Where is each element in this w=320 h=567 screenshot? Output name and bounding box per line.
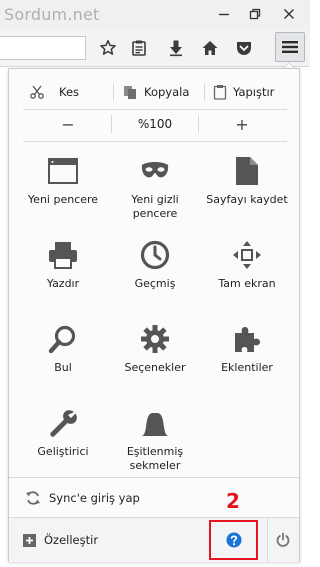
puzzle-icon (229, 321, 265, 357)
customize-button[interactable]: Özelleştir (23, 518, 98, 562)
star-icon (100, 40, 116, 55)
page-icon (229, 153, 265, 189)
minimize-icon (219, 13, 229, 16)
quit-button[interactable] (267, 518, 298, 562)
wrench-icon (45, 405, 81, 441)
pocket-button[interactable] (232, 36, 256, 60)
copy-label: Kopyala (144, 85, 190, 99)
clock-icon (137, 237, 173, 273)
options-button[interactable]: Seçenekler (109, 315, 201, 393)
panel-footer: Özelleştir (9, 517, 299, 562)
print-button[interactable]: Yazdır (17, 231, 109, 309)
plus-box-icon (23, 533, 36, 547)
find-button[interactable]: Bul (17, 315, 109, 393)
paste-button[interactable]: Yapıştır (205, 79, 285, 105)
hamburger-icon (282, 41, 298, 53)
close-button[interactable] (277, 4, 301, 24)
zoom-level: %100 (137, 117, 173, 131)
new-private-window-button[interactable]: Yeni gizli pencere (109, 147, 201, 225)
restore-button[interactable] (243, 4, 267, 24)
menu-panel: Kes Kopyala Yapıştır − %100 + Yeni pence… (8, 68, 300, 562)
gear-icon (137, 321, 173, 357)
customize-label: Özelleştir (44, 533, 99, 547)
fullscreen-button[interactable]: Tam ekran (201, 231, 293, 309)
tile-label: Yeni pencere (27, 193, 99, 206)
download-arrow-icon (170, 40, 182, 57)
zoom-controls: − %100 + (25, 111, 285, 137)
tile-label: Geçmiş (134, 277, 176, 290)
sync-label: Sync'e giriş yap (49, 491, 140, 505)
home-button[interactable] (198, 36, 222, 60)
bookmark-star-button[interactable] (96, 36, 120, 60)
printer-icon (45, 237, 81, 273)
copy-icon (124, 86, 136, 99)
url-bar[interactable] (0, 36, 86, 60)
synced-tabs-button[interactable]: Eşitlenmiş sekmeler (109, 399, 201, 477)
restore-icon (249, 8, 261, 20)
tile-label: Sayfayı kaydet (206, 193, 288, 206)
copy-button[interactable]: Kopyala (114, 79, 204, 105)
window-icon (45, 153, 81, 189)
divider (23, 109, 287, 110)
zoom-reset-button[interactable]: %100 (112, 111, 198, 137)
zoom-in-button[interactable]: + (199, 111, 285, 137)
power-icon (276, 532, 290, 547)
tile-label: Tam ekran (218, 277, 276, 290)
sync-signin-button[interactable]: Sync'e giriş yap (9, 477, 299, 518)
title-bar: Sordum.net (0, 0, 310, 30)
tile-label: Eklentiler (221, 361, 273, 374)
paste-label: Yapıştır (233, 85, 275, 99)
magnifier-icon (45, 321, 81, 357)
tile-label: Yazdır (46, 277, 80, 290)
clipboard-paste-icon (213, 85, 227, 100)
tile-label: Geliştirici (37, 445, 89, 458)
tabs-icon (137, 405, 173, 441)
annotation-number-2: 2 (226, 489, 240, 513)
help-question-icon (226, 532, 241, 548)
downloads-button[interactable] (164, 36, 188, 60)
tile-label: Eşitlenmiş sekmeler (126, 445, 184, 472)
home-icon (202, 41, 218, 55)
reading-list-button[interactable] (127, 36, 151, 60)
new-window-button[interactable]: Yeni pencere (17, 147, 109, 225)
close-icon (284, 9, 294, 19)
fullscreen-icon (229, 237, 265, 273)
cut-button[interactable]: Kes (25, 79, 113, 105)
help-button[interactable] (209, 520, 258, 560)
developer-button[interactable]: Geliştirici (17, 399, 109, 477)
history-button[interactable]: Geçmiş (109, 231, 201, 309)
pocket-icon (237, 42, 251, 55)
mask-icon (137, 153, 173, 189)
watermark: Sordum.net (4, 5, 100, 24)
navigation-toolbar (0, 30, 310, 67)
open-menu-button[interactable] (275, 32, 305, 62)
zoom-in-label: + (235, 114, 249, 134)
zoom-out-label: − (61, 114, 75, 134)
tile-label: Bul (54, 361, 72, 374)
sync-icon (26, 491, 40, 505)
addons-button[interactable]: Eklentiler (201, 315, 293, 393)
divider (23, 141, 287, 142)
scissors-icon (30, 85, 44, 99)
tile-label: Yeni gizli pencere (131, 193, 179, 220)
clipboard-icon (132, 40, 146, 56)
minimize-button[interactable] (212, 4, 236, 24)
cut-label: Kes (59, 85, 80, 99)
tile-label: Seçenekler (124, 361, 186, 374)
zoom-out-button[interactable]: − (25, 111, 111, 137)
save-page-button[interactable]: Sayfayı kaydet (201, 147, 293, 225)
edit-controls: Kes Kopyala Yapıştır (25, 79, 285, 105)
